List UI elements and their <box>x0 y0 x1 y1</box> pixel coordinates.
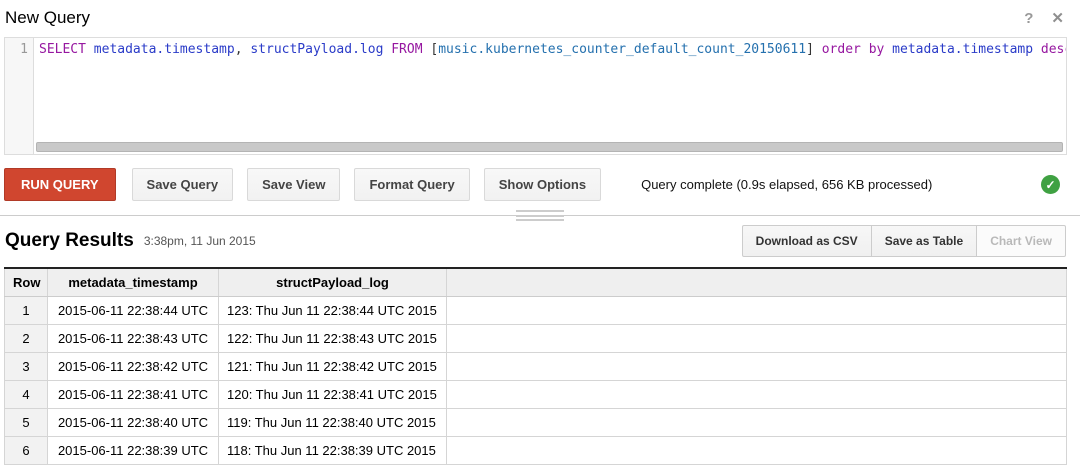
query-status-text: Query complete (0.9s elapsed, 656 KB pro… <box>641 177 932 192</box>
sql-token-table: music.kubernetes_counter_default_count_2… <box>438 42 806 57</box>
empty-cell <box>447 408 1067 436</box>
page-title: New Query <box>5 8 90 28</box>
row-number-cell: 2 <box>5 324 48 352</box>
column-header-structpayload-log: structPayload_log <box>219 268 447 296</box>
chart-view-button: Chart View <box>976 225 1066 257</box>
sql-token-plain <box>1033 42 1041 57</box>
editor-line-number-gutter: 1 <box>5 38 34 154</box>
save-view-button[interactable]: Save View <box>247 168 340 201</box>
sql-token-plain: , <box>235 42 251 57</box>
sql-token-plain <box>86 42 94 57</box>
table-row: 32015-06-11 22:38:42 UTC121: Thu Jun 11 … <box>5 352 1067 380</box>
structpayload-log-cell: 122: Thu Jun 11 22:38:43 UTC 2015 <box>219 324 447 352</box>
metadata-timestamp-cell: 2015-06-11 22:38:40 UTC <box>48 408 219 436</box>
splitter-drag-handle[interactable] <box>516 210 564 221</box>
sql-token-field: metadata.timestamp <box>892 42 1033 57</box>
structpayload-log-cell: 118: Thu Jun 11 22:38:39 UTC 2015 <box>219 436 447 464</box>
sql-token-keyword: by <box>869 42 885 57</box>
metadata-timestamp-cell: 2015-06-11 22:38:41 UTC <box>48 380 219 408</box>
results-title: Query Results <box>5 230 134 252</box>
row-number-cell: 1 <box>5 296 48 324</box>
sql-token-keyword: order <box>822 42 861 57</box>
structpayload-log-cell: 119: Thu Jun 11 22:38:40 UTC 2015 <box>219 408 447 436</box>
download-as-csv-button[interactable]: Download as CSV <box>742 225 872 257</box>
sql-token-keyword: SELECT <box>39 42 86 57</box>
table-row: 52015-06-11 22:38:40 UTC119: Thu Jun 11 … <box>5 408 1067 436</box>
save-as-table-button[interactable]: Save as Table <box>871 225 978 257</box>
format-query-button[interactable]: Format Query <box>354 168 469 201</box>
metadata-timestamp-cell: 2015-06-11 22:38:44 UTC <box>48 296 219 324</box>
sql-token-keyword: FROM <box>391 42 422 57</box>
results-action-buttons: Download as CSVSave as TableChart View <box>742 225 1066 257</box>
row-number-cell: 3 <box>5 352 48 380</box>
save-query-button[interactable]: Save Query <box>132 168 234 201</box>
results-timestamp: 3:38pm, 11 Jun 2015 <box>144 234 256 248</box>
sql-token-plain: [ <box>423 42 439 57</box>
toolbar-buttons: Save Query Save View Format Query Show Opti… <box>132 168 616 201</box>
line-number: 1 <box>20 42 28 57</box>
structpayload-log-cell: 121: Thu Jun 11 22:38:42 UTC 2015 <box>219 352 447 380</box>
results-header: Query Results 3:38pm, 11 Jun 2015 Downlo… <box>5 225 1066 257</box>
table-header-row: Row metadata_timestamp structPayload_log <box>5 268 1067 296</box>
structpayload-log-cell: 120: Thu Jun 11 22:38:41 UTC 2015 <box>219 380 447 408</box>
table-row: 62015-06-11 22:38:39 UTC118: Thu Jun 11 … <box>5 436 1067 464</box>
show-options-button[interactable]: Show Options <box>484 168 601 201</box>
row-number-cell: 6 <box>5 436 48 464</box>
sql-token-field: structPayload.log <box>250 42 383 57</box>
query-success-check-icon: ✓ <box>1041 175 1060 194</box>
column-header-metadata-timestamp: metadata_timestamp <box>48 268 219 296</box>
row-number-cell: 4 <box>5 380 48 408</box>
column-header-row: Row <box>5 268 48 296</box>
empty-cell <box>447 352 1067 380</box>
table-row: 22015-06-11 22:38:43 UTC122: Thu Jun 11 … <box>5 324 1067 352</box>
structpayload-log-cell: 123: Thu Jun 11 22:38:44 UTC 2015 <box>219 296 447 324</box>
sql-token-plain <box>884 42 892 57</box>
query-editor[interactable]: 1 SELECT metadata.timestamp, structPaylo… <box>4 37 1067 155</box>
empty-cell <box>447 380 1067 408</box>
metadata-timestamp-cell: 2015-06-11 22:38:42 UTC <box>48 352 219 380</box>
run-query-button[interactable]: RUN QUERY <box>4 168 116 201</box>
table-row: 12015-06-11 22:38:44 UTC123: Thu Jun 11 … <box>5 296 1067 324</box>
metadata-timestamp-cell: 2015-06-11 22:38:43 UTC <box>48 324 219 352</box>
editor-horizontal-scrollbar[interactable] <box>36 142 1063 152</box>
sql-token-plain <box>861 42 869 57</box>
query-toolbar: RUN QUERY Save Query Save View Format Quer… <box>4 168 1066 201</box>
sql-token-plain: ] <box>806 42 822 57</box>
results-table: Row metadata_timestamp structPayload_log… <box>4 267 1067 465</box>
sql-code-line[interactable]: SELECT metadata.timestamp, structPayload… <box>34 38 1066 154</box>
empty-cell <box>447 324 1067 352</box>
row-number-cell: 5 <box>5 408 48 436</box>
titlebar: New Query ? ✕ <box>0 0 1080 28</box>
empty-cell <box>447 296 1067 324</box>
empty-cell <box>447 436 1067 464</box>
sql-token-field: metadata.timestamp <box>94 42 235 57</box>
table-row: 42015-06-11 22:38:41 UTC120: Thu Jun 11 … <box>5 380 1067 408</box>
titlebar-icons: ? ✕ <box>1024 9 1064 27</box>
help-icon[interactable]: ? <box>1024 10 1033 27</box>
close-icon[interactable]: ✕ <box>1051 9 1064 27</box>
sql-token-keyword: desc <box>1041 42 1066 57</box>
column-header-empty <box>447 268 1067 296</box>
pane-splitter <box>0 215 1080 216</box>
metadata-timestamp-cell: 2015-06-11 22:38:39 UTC <box>48 436 219 464</box>
